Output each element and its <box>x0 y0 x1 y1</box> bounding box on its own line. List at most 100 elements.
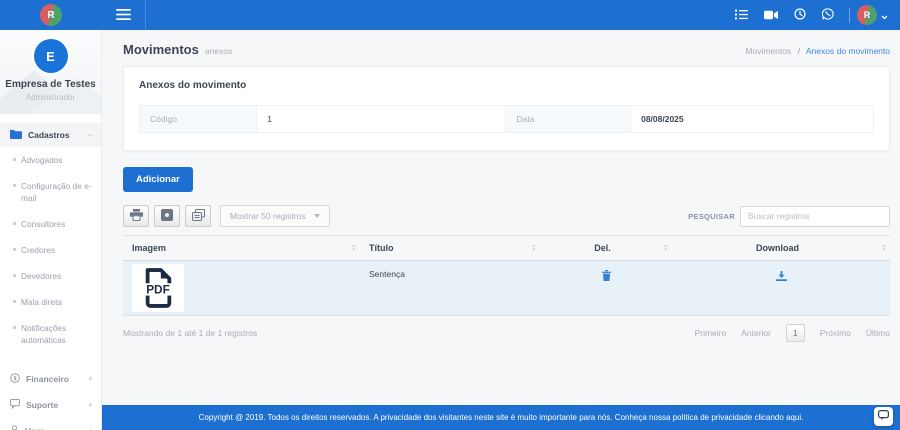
column-label: Download <box>756 243 799 253</box>
save-file-icon <box>161 208 173 224</box>
collapse-indicator: − <box>87 130 93 140</box>
card-title: Anexos do movimento <box>139 80 247 91</box>
pdf-thumbnail[interactable]: PDF <box>132 264 184 312</box>
sort-icon: ▲ ▼ <box>351 243 356 252</box>
trash-icon <box>601 269 611 284</box>
topbar-divider <box>849 7 850 23</box>
expand-indicator: + <box>87 400 93 410</box>
delete-button[interactable] <box>601 269 611 284</box>
page-length-select[interactable]: Mostrar 50 registros <box>220 205 330 227</box>
bullet-icon <box>13 248 16 251</box>
sidebar-item-credores[interactable]: Credores <box>0 237 101 263</box>
history-button[interactable] <box>786 4 814 27</box>
cell-titulo: Sentença <box>360 260 540 316</box>
caret-down-icon <box>313 214 320 218</box>
sidebar-item-consultores[interactable]: Consultores <box>0 211 101 237</box>
cadastros-submenu: Advogados Configuração de e-mail Consult… <box>0 147 101 353</box>
coin-icon <box>10 373 20 385</box>
pagination-next[interactable]: Próximo <box>820 328 851 338</box>
records-info: Mostrando de 1 até 1 de 1 registros <box>123 328 258 338</box>
bullet-icon <box>13 158 16 161</box>
expand-indicator: + <box>87 374 93 384</box>
sidebar-item-label: Devedores <box>21 271 62 281</box>
video-call-button[interactable] <box>756 4 786 27</box>
column-header-titulo[interactable]: Título ▲ ▼ <box>360 235 540 261</box>
sidebar-item-label: Cadastros <box>28 130 70 140</box>
sidebar-item-financeiro[interactable]: Financeiro + <box>0 366 101 392</box>
copyright-text: Copyright @ 2019. Todos os direitos rese… <box>198 413 804 422</box>
user-avatar: R <box>857 5 877 25</box>
user-icon <box>10 425 19 430</box>
chat-bubble-icon <box>878 409 890 424</box>
topbar: R R <box>0 0 900 30</box>
sidebar-item-mala-direta[interactable]: Mala direta <box>0 289 101 315</box>
pagination-first[interactable]: Primeiro <box>695 328 727 338</box>
bullet-icon <box>13 300 16 303</box>
sidebar-item-label: Mala direta <box>21 297 63 307</box>
pagination: Primeiro Anterior 1 Próximo Último <box>695 324 890 342</box>
user-menu-button[interactable]: R <box>857 5 888 25</box>
sidebar-item-label: Suporte <box>26 400 59 410</box>
company-role: Administrador <box>25 93 76 102</box>
sidebar-item-label: Advogados <box>21 155 63 165</box>
printer-icon <box>129 208 143 224</box>
sidebar-item-devedores[interactable]: Devedores <box>0 263 101 289</box>
sidebar-item-advogados[interactable]: Advogados <box>0 147 101 173</box>
search-input[interactable] <box>740 205 890 227</box>
page-length-label: Mostrar 50 registros <box>230 211 306 221</box>
brand-logo[interactable]: R <box>0 0 102 30</box>
breadcrumb-parent[interactable]: Movimentos <box>745 46 791 56</box>
app-root: R R E Empresa de Testes Administrador Ca… <box>0 0 900 430</box>
tasks-icon <box>735 8 748 23</box>
pagination-prev[interactable]: Anterior <box>741 328 771 338</box>
column-header-del[interactable]: Del. ▲ ▼ <box>540 235 672 261</box>
bullet-icon <box>13 222 16 225</box>
sidebar-item-label: Configuração de e-mail <box>21 181 92 203</box>
sidebar-item-user[interactable]: User + <box>0 418 101 430</box>
column-label: Imagem <box>132 243 167 253</box>
expand-indicator: + <box>88 426 93 430</box>
hamburger-menu-button[interactable] <box>114 0 146 30</box>
sidebar-menu: Cadastros − Advogados Configuração de e-… <box>0 114 101 430</box>
bullet-icon <box>13 326 16 329</box>
column-header-imagem[interactable]: Imagem ▲ ▼ <box>123 235 360 261</box>
pagination-last[interactable]: Último <box>866 328 890 338</box>
chat-icon <box>10 399 20 411</box>
download-button[interactable] <box>775 269 787 284</box>
main-content: Movimentos anexos Movimentos / Anexos do… <box>102 30 900 405</box>
sidebar-item-notificacoes-automaticas[interactable]: Notificações automáticas <box>0 315 101 353</box>
topbar-main: R <box>102 0 900 30</box>
chevron-down-icon <box>881 8 888 23</box>
print-button[interactable] <box>123 205 149 227</box>
sidebar-item-label: User <box>25 426 44 430</box>
table-row: PDF Sentença <box>123 260 890 316</box>
anexos-card: Anexos do movimento Código 1 Data 08/08/… <box>123 66 890 151</box>
search-label: PESQUISAR <box>688 211 735 221</box>
breadcrumb-current[interactable]: Anexos do movimento <box>806 46 890 56</box>
add-button[interactable]: Adicionar <box>123 167 193 192</box>
tasks-button[interactable] <box>727 4 756 27</box>
whatsapp-button[interactable] <box>814 4 842 27</box>
data-label: Data <box>506 106 632 132</box>
sidebar-item-cadastros[interactable]: Cadastros − <box>0 123 101 147</box>
page-title: Movimentos <box>123 42 199 57</box>
pagination-page-1[interactable]: 1 <box>785 324 805 342</box>
sidebar-item-label: Credores <box>21 245 56 255</box>
attachments-table: Imagem ▲ ▼ Título ▲ ▼ Del. ▲ ▼ Download ▲ ▼ <box>123 235 890 316</box>
table-meta: Mostrando de 1 até 1 de 1 registros Prim… <box>123 324 890 342</box>
sort-icon: ▲ ▼ <box>881 243 886 252</box>
brand-logo-icon: R <box>40 4 62 26</box>
column-label: Del. <box>594 243 611 253</box>
cell-download <box>672 260 890 316</box>
pdf-export-button[interactable] <box>185 205 211 227</box>
column-header-download[interactable]: Download ▲ ▼ <box>672 235 890 261</box>
hamburger-icon <box>116 8 131 23</box>
page-head: Movimentos anexos Movimentos / Anexos do… <box>123 42 890 57</box>
excel-export-button[interactable] <box>154 205 180 227</box>
sidebar-item-configuracao-email[interactable]: Configuração de e-mail <box>0 173 101 211</box>
codigo-label: Código <box>140 106 258 132</box>
sidebar-item-suporte[interactable]: Suporte + <box>0 392 101 418</box>
chat-widget-button[interactable] <box>874 407 893 426</box>
company-avatar[interactable]: E <box>33 39 68 73</box>
bullet-icon <box>13 184 16 187</box>
